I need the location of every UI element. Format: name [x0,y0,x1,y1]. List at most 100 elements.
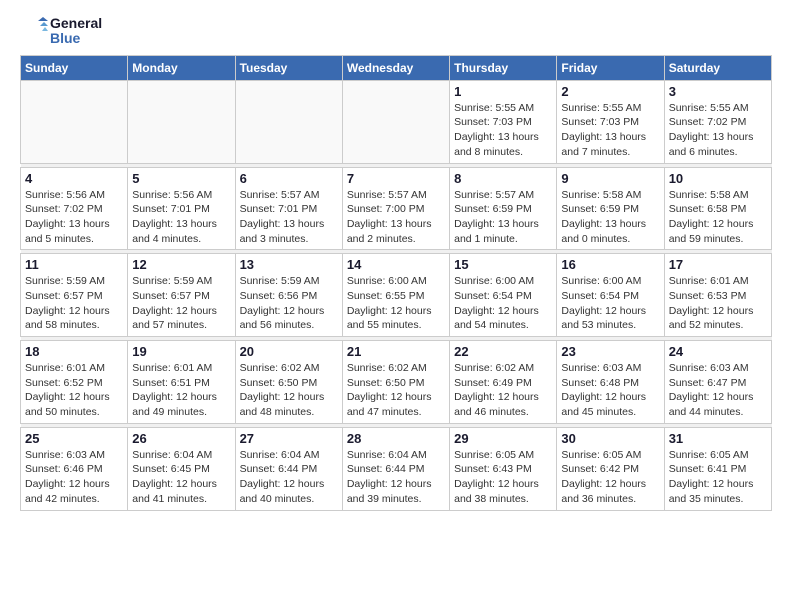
day-number: 9 [561,171,659,186]
calendar-cell: 12 Sunrise: 5:59 AM Sunset: 6:57 PM Dayli… [128,254,235,337]
day-info: Sunrise: 6:02 AM Sunset: 6:49 PM Dayligh… [454,361,552,420]
day-number: 7 [347,171,445,186]
day-info: Sunrise: 6:01 AM Sunset: 6:52 PM Dayligh… [25,361,123,420]
calendar-cell: 30 Sunrise: 6:05 AM Sunset: 6:42 PM Dayli… [557,427,664,510]
day-info: Sunrise: 5:58 AM Sunset: 6:59 PM Dayligh… [561,188,659,247]
calendar-cell: 14Sunrise: 6:00 AM Sunset: 6:55 PM Dayli… [342,254,449,337]
day-info: Sunrise: 6:02 AM Sunset: 6:50 PM Dayligh… [240,361,338,420]
day-number: 31 [669,431,767,446]
calendar-cell: 8 Sunrise: 5:57 AM Sunset: 6:59 PM Daylig… [450,167,557,250]
day-info: Sunrise: 5:56 AM Sunset: 7:02 PM Dayligh… [25,188,123,247]
day-info: Sunrise: 6:00 AM Sunset: 6:54 PM Dayligh… [454,274,552,333]
calendar-cell: 20 Sunrise: 6:02 AM Sunset: 6:50 PM Dayli… [235,341,342,424]
logo-blue: Blue [50,31,102,46]
calendar-cell: 4 Sunrise: 5:56 AM Sunset: 7:02 PM Daylig… [21,167,128,250]
day-number: 2 [561,84,659,99]
day-number: 3 [669,84,767,99]
logo-text: General Blue [20,16,102,47]
calendar-cell: 7 Sunrise: 5:57 AM Sunset: 7:00 PM Daylig… [342,167,449,250]
header: General Blue [20,16,772,47]
day-info: Sunrise: 6:04 AM Sunset: 6:44 PM Dayligh… [347,448,445,507]
day-info: Sunrise: 6:02 AM Sunset: 6:50 PM Dayligh… [347,361,445,420]
calendar-cell: 5 Sunrise: 5:56 AM Sunset: 7:01 PM Daylig… [128,167,235,250]
calendar-week-4: 18 Sunrise: 6:01 AM Sunset: 6:52 PM Dayli… [21,341,772,424]
day-info: Sunrise: 6:00 AM Sunset: 6:55 PM Dayligh… [347,274,445,333]
day-number: 27 [240,431,338,446]
day-info: Sunrise: 6:01 AM Sunset: 6:53 PM Dayligh… [669,274,767,333]
calendar-cell [235,80,342,163]
day-number: 30 [561,431,659,446]
day-number: 8 [454,171,552,186]
calendar-cell [128,80,235,163]
day-info: Sunrise: 5:55 AM Sunset: 7:02 PM Dayligh… [669,101,767,160]
day-info: Sunrise: 5:59 AM Sunset: 6:57 PM Dayligh… [132,274,230,333]
logo-bird-icon [20,17,48,45]
calendar-cell: 27 Sunrise: 6:04 AM Sunset: 6:44 PM Dayli… [235,427,342,510]
weekday-header-row: SundayMondayTuesdayWednesdayThursdayFrid… [21,55,772,80]
day-number: 28 [347,431,445,446]
day-number: 29 [454,431,552,446]
day-info: Sunrise: 5:57 AM Sunset: 7:00 PM Dayligh… [347,188,445,247]
weekday-header-sunday: Sunday [21,55,128,80]
day-info: Sunrise: 5:59 AM Sunset: 6:56 PM Dayligh… [240,274,338,333]
calendar-cell: 11 Sunrise: 5:59 AM Sunset: 6:57 PM Dayli… [21,254,128,337]
calendar-cell: 16 Sunrise: 6:00 AM Sunset: 6:54 PM Dayli… [557,254,664,337]
day-info: Sunrise: 6:03 AM Sunset: 6:46 PM Dayligh… [25,448,123,507]
calendar-cell: 1Sunrise: 5:55 AM Sunset: 7:03 PM Daylig… [450,80,557,163]
calendar-cell: 13 Sunrise: 5:59 AM Sunset: 6:56 PM Dayli… [235,254,342,337]
day-info: Sunrise: 5:55 AM Sunset: 7:03 PM Dayligh… [561,101,659,160]
day-info: Sunrise: 6:05 AM Sunset: 6:43 PM Dayligh… [454,448,552,507]
calendar-week-2: 4 Sunrise: 5:56 AM Sunset: 7:02 PM Daylig… [21,167,772,250]
day-info: Sunrise: 5:58 AM Sunset: 6:58 PM Dayligh… [669,188,767,247]
day-number: 4 [25,171,123,186]
calendar-cell: 29 Sunrise: 6:05 AM Sunset: 6:43 PM Dayli… [450,427,557,510]
weekday-header-tuesday: Tuesday [235,55,342,80]
day-number: 22 [454,344,552,359]
day-info: Sunrise: 6:04 AM Sunset: 6:45 PM Dayligh… [132,448,230,507]
day-number: 19 [132,344,230,359]
calendar-week-3: 11 Sunrise: 5:59 AM Sunset: 6:57 PM Dayli… [21,254,772,337]
day-number: 18 [25,344,123,359]
day-info: Sunrise: 6:04 AM Sunset: 6:44 PM Dayligh… [240,448,338,507]
day-info: Sunrise: 5:59 AM Sunset: 6:57 PM Dayligh… [25,274,123,333]
calendar-cell: 19 Sunrise: 6:01 AM Sunset: 6:51 PM Dayli… [128,341,235,424]
calendar-cell: 24 Sunrise: 6:03 AM Sunset: 6:47 PM Dayli… [664,341,771,424]
calendar-cell: 21 Sunrise: 6:02 AM Sunset: 6:50 PM Dayli… [342,341,449,424]
day-number: 21 [347,344,445,359]
calendar-cell: 25 Sunrise: 6:03 AM Sunset: 6:46 PM Dayli… [21,427,128,510]
calendar-cell: 3 Sunrise: 5:55 AM Sunset: 7:02 PM Daylig… [664,80,771,163]
calendar-cell: 17 Sunrise: 6:01 AM Sunset: 6:53 PM Dayli… [664,254,771,337]
day-info: Sunrise: 6:00 AM Sunset: 6:54 PM Dayligh… [561,274,659,333]
day-number: 15 [454,257,552,272]
day-info: Sunrise: 5:57 AM Sunset: 7:01 PM Dayligh… [240,188,338,247]
day-number: 11 [25,257,123,272]
calendar-cell: 6Sunrise: 5:57 AM Sunset: 7:01 PM Daylig… [235,167,342,250]
calendar-cell: 10Sunrise: 5:58 AM Sunset: 6:58 PM Dayli… [664,167,771,250]
day-number: 12 [132,257,230,272]
day-number: 5 [132,171,230,186]
weekday-header-wednesday: Wednesday [342,55,449,80]
day-info: Sunrise: 6:05 AM Sunset: 6:42 PM Dayligh… [561,448,659,507]
calendar-cell: 28 Sunrise: 6:04 AM Sunset: 6:44 PM Dayli… [342,427,449,510]
day-number: 25 [25,431,123,446]
day-number: 20 [240,344,338,359]
calendar-cell: 2 Sunrise: 5:55 AM Sunset: 7:03 PM Daylig… [557,80,664,163]
day-number: 26 [132,431,230,446]
day-info: Sunrise: 5:56 AM Sunset: 7:01 PM Dayligh… [132,188,230,247]
calendar-week-1: 1Sunrise: 5:55 AM Sunset: 7:03 PM Daylig… [21,80,772,163]
day-info: Sunrise: 6:01 AM Sunset: 6:51 PM Dayligh… [132,361,230,420]
day-number: 17 [669,257,767,272]
day-info: Sunrise: 6:03 AM Sunset: 6:47 PM Dayligh… [669,361,767,420]
day-number: 13 [240,257,338,272]
weekday-header-thursday: Thursday [450,55,557,80]
logo-general: General [50,16,102,31]
calendar-cell: 9 Sunrise: 5:58 AM Sunset: 6:59 PM Daylig… [557,167,664,250]
calendar-cell: 31 Sunrise: 6:05 AM Sunset: 6:41 PM Dayli… [664,427,771,510]
day-info: Sunrise: 6:05 AM Sunset: 6:41 PM Dayligh… [669,448,767,507]
weekday-header-saturday: Saturday [664,55,771,80]
day-number: 24 [669,344,767,359]
day-number: 16 [561,257,659,272]
day-info: Sunrise: 5:57 AM Sunset: 6:59 PM Dayligh… [454,188,552,247]
day-number: 23 [561,344,659,359]
day-info: Sunrise: 6:03 AM Sunset: 6:48 PM Dayligh… [561,361,659,420]
